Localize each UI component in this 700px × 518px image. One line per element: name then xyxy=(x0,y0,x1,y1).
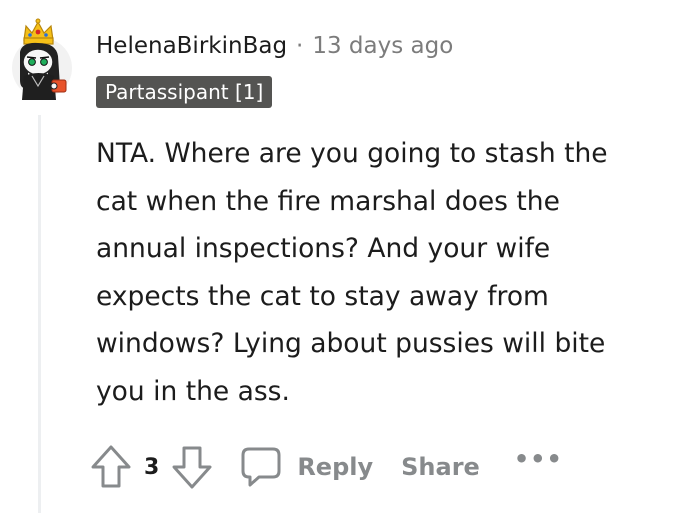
avatar-illustration xyxy=(12,18,72,100)
chat-bubble-icon xyxy=(241,447,281,487)
crown-icon xyxy=(23,18,54,45)
vote-score: 3 xyxy=(144,454,160,480)
arrow-down-icon xyxy=(172,446,212,489)
reply-label: Reply xyxy=(297,453,374,481)
comment-timestamp[interactable]: 13 days ago xyxy=(312,33,453,59)
reply-icon-wrap xyxy=(239,445,283,489)
reply-button[interactable]: Reply xyxy=(239,445,373,489)
comment-line: cat when the fire marshal does the xyxy=(96,185,560,217)
downvote-button[interactable] xyxy=(169,443,215,491)
upvote-button[interactable] xyxy=(88,443,134,491)
more-options-button[interactable]: ••• xyxy=(514,445,563,473)
comment-line: expects the cat to stay away from xyxy=(96,280,549,312)
comment-line: annual inspections? And your wife xyxy=(96,233,551,264)
comment-meta: HelenaBirkinBag · 13 days ago xyxy=(96,28,453,64)
comment-actions: 3 Reply Share ••• xyxy=(88,442,563,492)
comment-line: NTA. Where are you going to stash the xyxy=(96,138,608,169)
author-username[interactable]: HelenaBirkinBag xyxy=(96,33,287,59)
meta-separator: · xyxy=(296,33,304,59)
user-flair: Partassipant [1] xyxy=(96,76,273,108)
avatar[interactable] xyxy=(8,10,76,100)
thread-line[interactable] xyxy=(38,115,41,513)
comment-line: you in the ass. xyxy=(96,375,290,407)
comment-body: NTA. Where are you going to stash the ca… xyxy=(96,130,696,415)
arrow-up-icon xyxy=(91,445,131,488)
comment-line: windows? Lying about pussies will bite xyxy=(96,328,606,359)
share-button[interactable]: Share xyxy=(401,453,480,481)
